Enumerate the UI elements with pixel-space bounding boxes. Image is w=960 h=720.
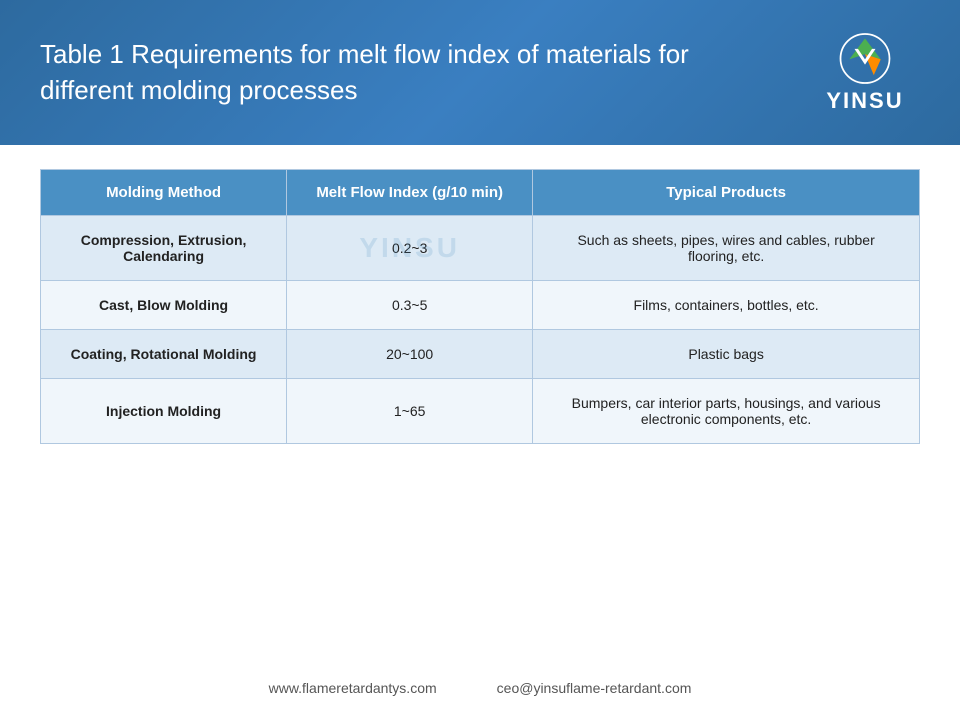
cell-method: Coating, Rotational Molding: [41, 330, 287, 379]
cell-products: Such as sheets, pipes, wires and cables,…: [533, 216, 920, 281]
cell-method: Cast, Blow Molding: [41, 281, 287, 330]
col-header-mfi: Melt Flow Index (g/10 min): [287, 170, 533, 216]
footer-links: www.flameretardantys.com ceo@yinsuflame-…: [40, 680, 920, 696]
mfi-value: 1~65: [394, 403, 426, 419]
page-wrapper: Table 1 Requirements for melt flow index…: [0, 0, 960, 720]
col-header-products: Typical Products: [533, 170, 920, 216]
logo-text: YINSU: [826, 88, 903, 114]
cell-mfi: 0.3~5: [287, 281, 533, 330]
table-row: Cast, Blow Molding 0.3~5 Films, containers…: [41, 281, 920, 330]
cell-products: Films, containers, bottles, etc.: [533, 281, 920, 330]
cell-products: Plastic bags: [533, 330, 920, 379]
footer-email: ceo@yinsuflame-retardant.com: [497, 680, 692, 696]
col-header-method: Molding Method: [41, 170, 287, 216]
logo-container: YINSU: [810, 31, 920, 114]
page-title: Table 1 Requirements for melt flow index…: [40, 37, 720, 107]
mfi-value: 20~100: [386, 346, 433, 362]
table-row: Compression, Extrusion, Calendaring0.2~3…: [41, 216, 920, 281]
cell-products: Bumpers, car interior parts, housings, a…: [533, 379, 920, 444]
cell-mfi: 0.2~3YINSU: [287, 216, 533, 281]
cell-method: Compression, Extrusion, Calendaring: [41, 216, 287, 281]
data-table: Molding Method Melt Flow Index (g/10 min…: [40, 169, 920, 444]
mfi-value: 0.2~3: [392, 240, 427, 256]
table-row: Injection Molding 1~65 Bumpers, car interi…: [41, 379, 920, 444]
cell-mfi: 20~100: [287, 330, 533, 379]
footer-website: www.flameretardantys.com: [269, 680, 437, 696]
main-content: Molding Method Melt Flow Index (g/10 min…: [0, 145, 960, 720]
yinsu-logo-icon: [830, 31, 900, 86]
cell-method: Injection Molding: [41, 379, 287, 444]
footer: www.flameretardantys.com ceo@yinsuflame-…: [40, 670, 920, 704]
table-header-row: Molding Method Melt Flow Index (g/10 min…: [41, 170, 920, 216]
header: Table 1 Requirements for melt flow index…: [0, 0, 960, 145]
table-row: Coating, Rotational Molding 20~100 Plastic…: [41, 330, 920, 379]
mfi-value: 0.3~5: [392, 297, 427, 313]
cell-mfi: 1~65: [287, 379, 533, 444]
